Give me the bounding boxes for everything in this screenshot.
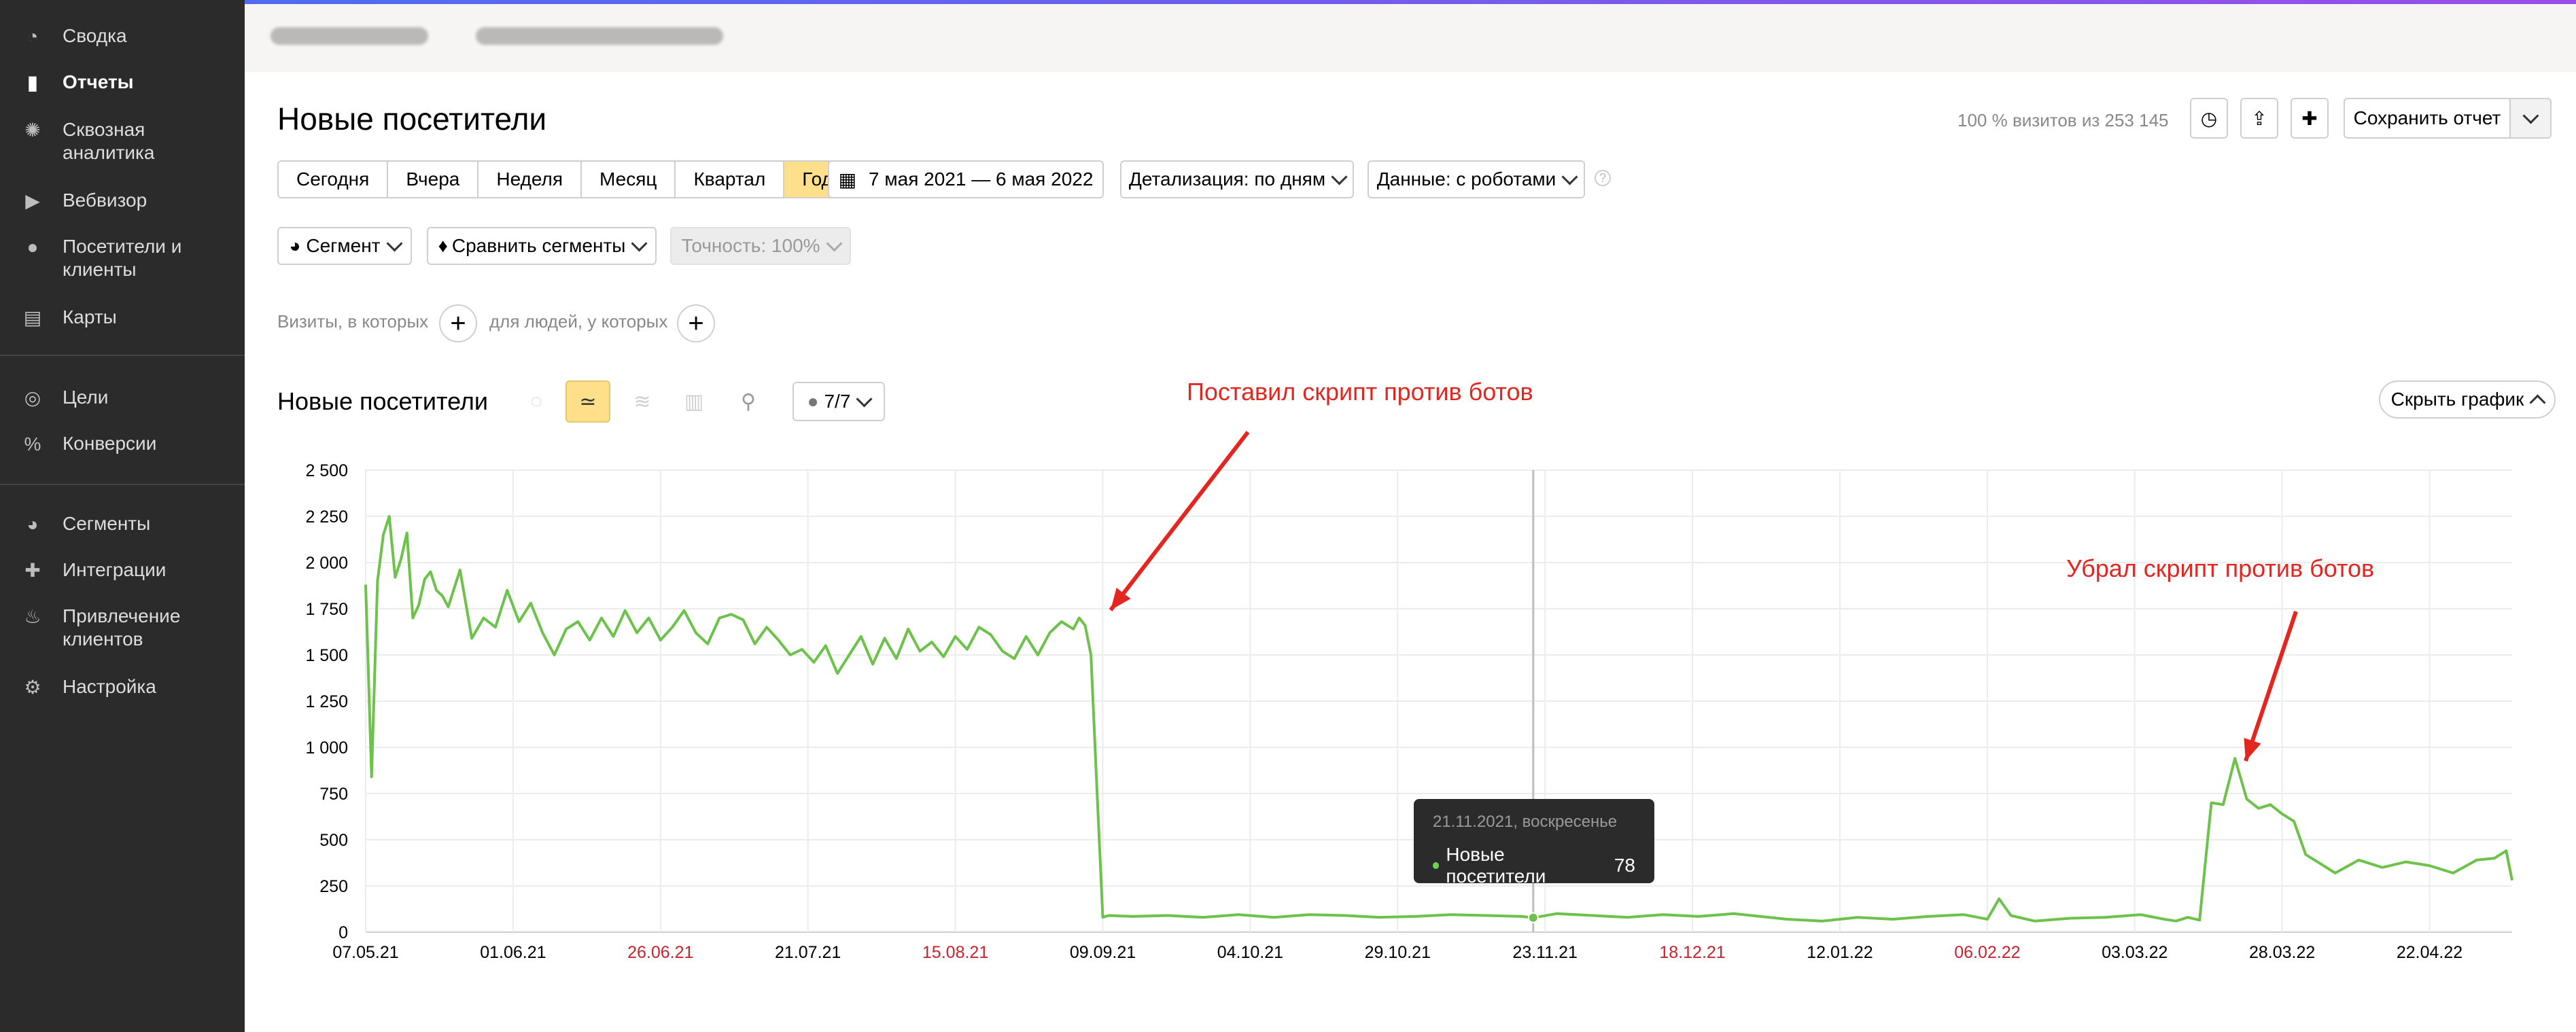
chart-tooltip: 21.11.2021, воскресенье Новые посетители… bbox=[1414, 799, 1654, 887]
x-tick-label: 09.09.21 bbox=[1070, 943, 1136, 962]
y-tick-label: 2 500 bbox=[305, 461, 348, 480]
x-tick-label: 12.01.22 bbox=[1807, 943, 1873, 962]
tooltip-metric: Новые посетители bbox=[1446, 844, 1546, 887]
x-tick-label: 21.07.21 bbox=[775, 943, 841, 962]
y-tick-label: 1 250 bbox=[305, 692, 348, 711]
x-tick-label: 06.02.22 bbox=[1954, 943, 2020, 962]
tooltip-row: Новые посетители 78 bbox=[1433, 844, 1635, 887]
x-tick-label: 04.10.21 bbox=[1217, 943, 1283, 962]
x-tick-label: 07.05.21 bbox=[332, 943, 398, 962]
y-tick-label: 0 bbox=[338, 923, 348, 942]
x-tick-label: 26.06.21 bbox=[627, 943, 693, 962]
y-tick-label: 2 000 bbox=[305, 554, 348, 573]
y-tick-label: 1 750 bbox=[305, 600, 348, 619]
annotation-arrow-head bbox=[2244, 738, 2261, 761]
x-tick-label: 23.11.21 bbox=[1512, 943, 1577, 962]
series-dot bbox=[1433, 862, 1440, 869]
annotation-arrow bbox=[1109, 431, 1250, 611]
annotation-script-removed: Убрал скрипт против ботов bbox=[2066, 554, 2375, 582]
x-tick-label: 03.03.22 bbox=[2102, 943, 2168, 962]
y-tick-label: 500 bbox=[319, 831, 348, 850]
x-tick-label: 15.08.21 bbox=[922, 943, 988, 962]
tooltip-date: 21.11.2021, воскресенье bbox=[1433, 813, 1618, 831]
annotation-script-added: Поставил скрипт против ботов bbox=[1187, 378, 1533, 406]
tooltip-value: 78 bbox=[1614, 855, 1635, 876]
y-tick-label: 1 500 bbox=[305, 646, 348, 665]
annotation-arrow bbox=[2244, 611, 2298, 762]
y-tick-label: 2 250 bbox=[305, 508, 348, 527]
y-tick-label: 750 bbox=[319, 785, 348, 804]
x-tick-label: 22.04.22 bbox=[2397, 943, 2462, 962]
y-tick-label: 1 000 bbox=[305, 739, 348, 758]
line-chart[interactable]: 2 500 2 250 2 000 1 750 1 500 1 250 1 000 750 50… bbox=[0, 0, 2576, 1032]
hover-point bbox=[1527, 912, 1539, 923]
y-tick-label: 250 bbox=[319, 877, 348, 896]
x-tick-label: 29.10.21 bbox=[1365, 943, 1431, 962]
x-tick-label: 28.03.22 bbox=[2249, 943, 2315, 962]
x-tick-label: 01.06.21 bbox=[480, 943, 546, 962]
x-tick-label: 18.12.21 bbox=[1659, 943, 1725, 962]
